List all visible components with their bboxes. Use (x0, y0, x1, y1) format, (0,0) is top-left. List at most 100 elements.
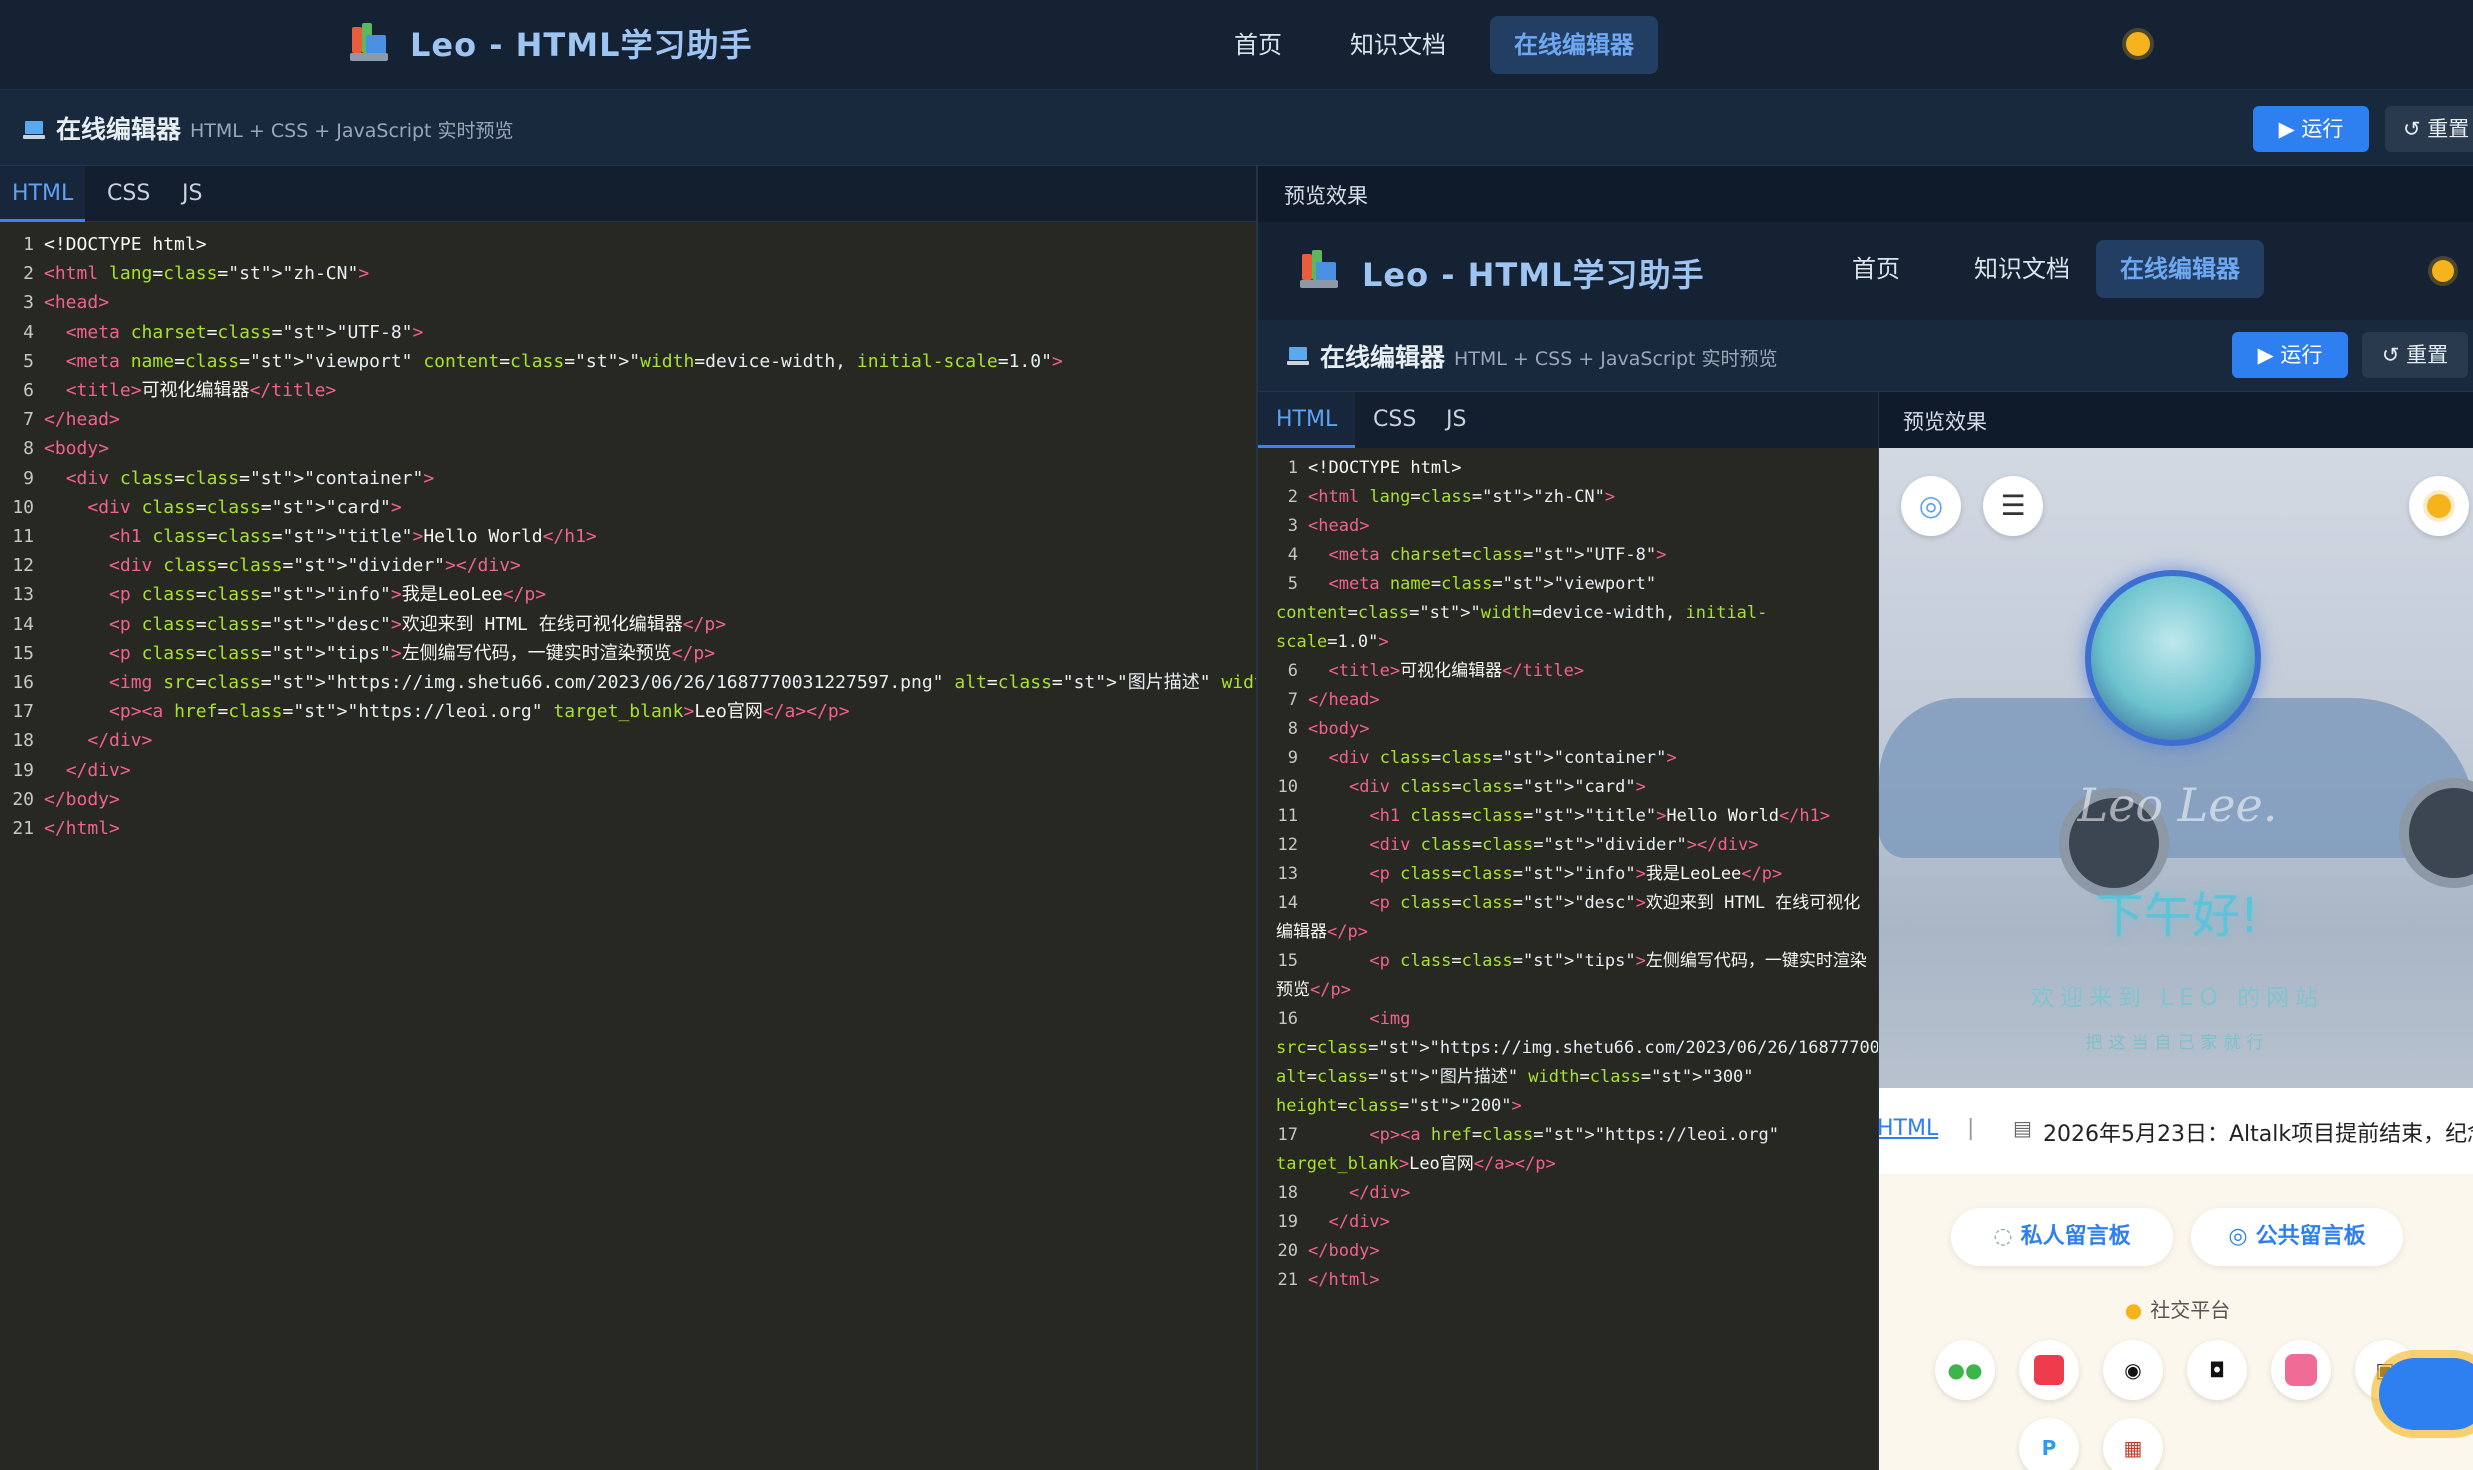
hero-theme-toggle[interactable] (2409, 476, 2469, 536)
preview-theme-sun-icon[interactable] (2432, 260, 2454, 282)
line-number: 17 (12, 701, 34, 723)
preview-brand-title[interactable]: Leo - HTML学习助手 (1362, 250, 1705, 296)
code-line[interactable]: 6 <title>可视化编辑器</title> (1276, 657, 1876, 686)
line-number: 1 (23, 234, 34, 255)
preview-toolbar-title: 在线编辑器 (1320, 343, 1446, 372)
line-number: 13 (12, 584, 34, 606)
run-button[interactable]: ▶ 运行 (2253, 106, 2369, 152)
preview-run-button[interactable]: ▶ 运行 (2232, 332, 2348, 378)
code-line[interactable]: 9 <div class=class="st">"container"> (1276, 744, 1876, 773)
tab-css[interactable]: CSS (107, 166, 150, 222)
tab-js[interactable]: JS (182, 166, 202, 222)
code-line[interactable]: 5 <meta name=class="st">"viewport" conte… (1276, 570, 1876, 657)
code-line[interactable]: 20 </body> (1276, 1237, 1876, 1266)
code-line[interactable]: 3 <head> (1276, 512, 1876, 541)
code-line[interactable]: 4 <meta charset=class="st">"UTF-8"> (1276, 541, 1876, 570)
code-line[interactable]: 8 <body> (1276, 715, 1876, 744)
ticker-link[interactable]: HTML (1879, 1116, 1938, 1141)
hero-greeting: 下午好! (2095, 888, 2260, 944)
preview-run-label: 运行 (2280, 343, 2323, 367)
hero-welcome: 欢迎来到 LEO 的网站 (2030, 985, 2325, 1011)
code-line[interactable]: 16 <img src=class="st">"https://img.shet… (1276, 1005, 2013, 1121)
site-content: HTML | ▤ 2026年5月23日：Altalk项目提前结束，纪念 ◌ 私人留… (1879, 1088, 2473, 1470)
line-number: 11 (1277, 806, 1298, 826)
code-line[interactable]: 21 </html> (1276, 1266, 1876, 1295)
menu-hamburger-icon[interactable]: ☰ (1983, 476, 2043, 536)
wechat-icon[interactable]: ●● (1935, 1340, 1995, 1400)
line-number: 5 (1287, 574, 1298, 594)
lightbulb-icon: ● (2124, 1298, 2143, 1322)
line-number: 20 (12, 788, 34, 810)
weibo-icon[interactable]: ◉ (2103, 1340, 2163, 1400)
tab-html[interactable]: HTML (0, 166, 86, 222)
line-number: 21 (1277, 1270, 1298, 1290)
preview-reset-button[interactable]: ↺ 重置 (2362, 332, 2468, 378)
toolbar-subtitle: HTML + CSS + JavaScript 实时预览 (190, 120, 514, 142)
reset-button[interactable]: ↺ 重置 (2385, 106, 2473, 152)
brand[interactable]: Leo - HTML学习助手 (350, 20, 753, 66)
line-number: 12 (1277, 835, 1298, 855)
code-line[interactable]: 11 <h1 class=class="st">"title">Hello Wo… (1276, 802, 1876, 831)
lolita-app-icon[interactable] (2271, 1340, 2331, 1400)
private-board-button[interactable]: ◌ 私人留言板 (1951, 1208, 2173, 1266)
preview-code-area[interactable]: 1 <!DOCTYPE html> 2 <html lang=class="st">"… (1276, 454, 2013, 1295)
line-number: 20 (1277, 1241, 1298, 1261)
ticker: HTML | ▤ 2026年5月23日：Altalk项目提前结束，纪念 (1879, 1088, 2473, 1174)
line-number: 13 (1277, 864, 1298, 884)
language-globe-icon[interactable]: ◎ (1901, 476, 1961, 536)
toolbar-title: 在线编辑器 (56, 115, 182, 144)
preview-nav: Leo - HTML学习助手 首页 知识文档 在线编辑器 (1258, 222, 2473, 320)
line-number: 12 (12, 555, 34, 577)
code-line[interactable]: 18 </div> (1276, 1179, 1876, 1208)
editor-tabs: HTML CSS JS (0, 166, 1256, 222)
xiaohongshu-icon[interactable] (2019, 1340, 2079, 1400)
line-number: 18 (1277, 1183, 1298, 1203)
theme-toggle-sun-icon[interactable] (2126, 32, 2150, 56)
code-line[interactable]: 13 <p class=class="st">"info">我是LeoLee</… (1276, 860, 1876, 889)
code-line[interactable]: 15 <p class=class="st">"tips">左侧编写代码，一键实… (1276, 947, 1876, 1005)
public-board-label: 公共留言板 (2255, 1224, 2366, 1249)
books-logo-icon (350, 23, 388, 63)
code-line[interactable]: 19 </div> (1276, 1208, 1876, 1237)
code-line[interactable]: 1 <!DOCTYPE html> (1276, 454, 1876, 483)
nav-online-editor[interactable]: 在线编辑器 (1490, 16, 1658, 74)
code-line[interactable]: 7 </head> (1276, 686, 1876, 715)
preview-tab-css[interactable]: CSS (1373, 392, 1416, 448)
preview-nav-docs[interactable]: 知识文档 (1950, 240, 2094, 298)
preview-tab-html[interactable]: HTML (1258, 392, 1356, 448)
code-line[interactable]: 12 <div class=class="st">"divider"></div… (1276, 831, 1876, 860)
line-number: 16 (12, 672, 34, 694)
preview-nav-online-editor[interactable]: 在线编辑器 (2096, 240, 2264, 298)
brand-title: Leo - HTML学习助手 (410, 26, 753, 64)
preview-site: 预览效果 ◎ ☰ Leo Lee. 下午好! 欢迎来到 LEO 的网站 把这当自… (1878, 392, 2473, 1470)
line-number: 17 (1277, 1125, 1298, 1145)
line-number: 7 (23, 409, 34, 431)
line-number: 15 (1277, 951, 1298, 971)
ticker-text: 2026年5月23日：Altalk项目提前结束，纪念 (2043, 1122, 2473, 1147)
hero-banner: ◎ ☰ Leo Lee. 下午好! 欢迎来到 LEO 的网站 把这当自己家就行 (1879, 448, 2473, 1088)
line-number: 7 (1287, 690, 1298, 710)
chat-bubble-icon: ◌ (1993, 1224, 2013, 1249)
line-number: 4 (1287, 545, 1298, 565)
line-number: 1 (1287, 458, 1298, 478)
preview-tab-js[interactable]: JS (1446, 392, 1466, 448)
instagram-icon[interactable]: ◘ (2187, 1340, 2247, 1400)
play-icon: ▶ (2278, 117, 2302, 141)
code-line[interactable]: 17 <p><a href=class="st">"https://leoi.o… (1276, 1121, 1876, 1179)
chat-fab-button[interactable] (2379, 1358, 2473, 1430)
line-number: 4 (23, 321, 34, 343)
code-line[interactable]: 2 <html lang=class="st">"zh-CN"> (1276, 483, 1876, 512)
line-number: 5 (23, 350, 34, 372)
reset-label: 重置 (2427, 117, 2470, 141)
preview-nav-home[interactable]: 首页 (1828, 240, 1924, 298)
line-number: 10 (1277, 777, 1298, 797)
code-line[interactable]: 10 <div class=class="st">"card"> (1276, 773, 1876, 802)
nav-home[interactable]: 首页 (1210, 16, 1306, 74)
seal-icon[interactable]: ▦ (2103, 1418, 2163, 1470)
nav-docs[interactable]: 知识文档 (1326, 16, 1470, 74)
code-line[interactable]: 14 <p class=class="st">"desc">欢迎来到 HTML … (1276, 889, 1876, 947)
p-app-icon[interactable]: P (2019, 1418, 2079, 1470)
avatar[interactable] (2085, 570, 2261, 746)
public-board-button[interactable]: ◎ 公共留言板 (2191, 1208, 2403, 1266)
line-number: 6 (1287, 661, 1298, 681)
